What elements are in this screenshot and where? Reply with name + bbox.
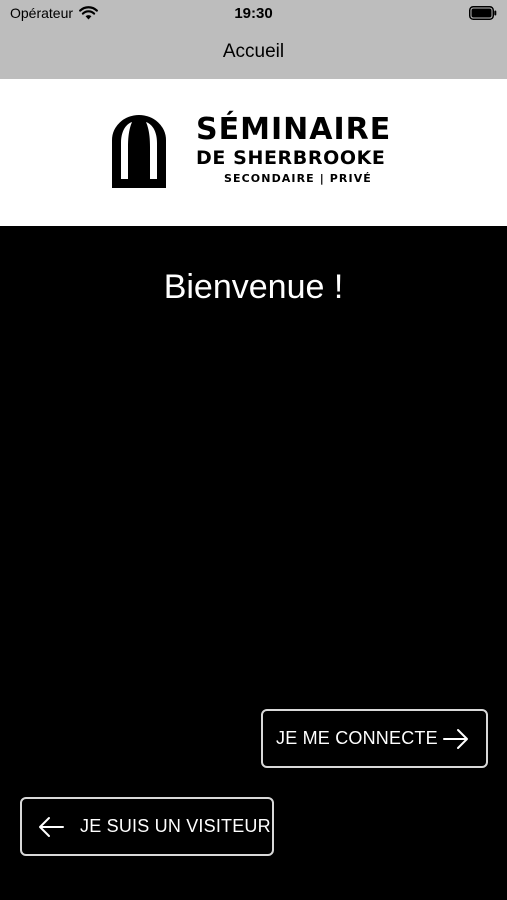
- status-bar: Opérateur 19:30: [0, 0, 507, 28]
- logo-wordmark: SÉMINAIRE DE SHERBROOKE SECONDAIRE | PRI…: [196, 114, 391, 187]
- nav-title: Accueil: [222, 41, 285, 62]
- top-bar: Opérateur 19:30 Accueil: [0, 0, 507, 79]
- arrow-left-icon: [39, 817, 64, 837]
- welcome-heading: Bienvenue !: [163, 268, 344, 306]
- logo-banner: SÉMINAIRE DE SHERBROOKE SECONDAIRE | PRI…: [0, 79, 507, 226]
- logo-line-1: SÉMINAIRE: [196, 112, 392, 147]
- visitor-button-label: JE SUIS UN VISITEUR: [80, 816, 271, 836]
- visitor-button[interactable]: JE SUIS UN VISITEUR: [20, 797, 274, 856]
- app-screen: Opérateur 19:30 Accueil SÉMINAIRE DE SHE…: [0, 0, 507, 900]
- connect-button-label: JE ME CONNECTE: [276, 728, 438, 748]
- battery-icon: [469, 6, 497, 20]
- logo-line-2: DE SHERBROOKE: [196, 147, 386, 169]
- logo-line-3: SECONDAIRE | PRIVÉ: [224, 172, 372, 185]
- status-time: 19:30: [234, 5, 273, 22]
- connect-button[interactable]: JE ME CONNECTE: [261, 709, 488, 768]
- arrow-right-icon: [443, 729, 468, 749]
- arch-logo-icon: [112, 115, 166, 188]
